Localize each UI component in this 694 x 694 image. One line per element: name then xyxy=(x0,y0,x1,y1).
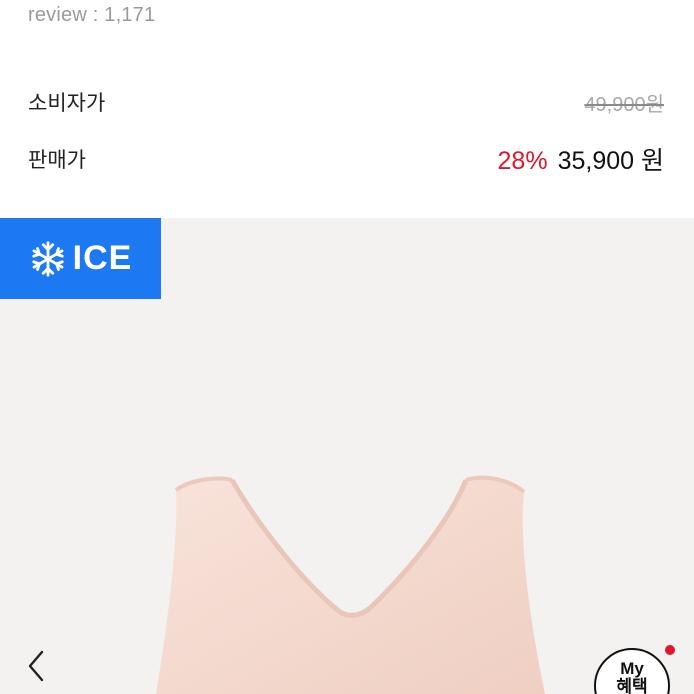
product-image-area[interactable]: ICE My 혜택 xyxy=(0,218,694,694)
discount-rate: 28% xyxy=(497,147,548,175)
consumer-price-row: 소비자가 49,900원 xyxy=(28,84,664,120)
ice-badge-label: ICE xyxy=(72,239,133,277)
sale-price: 35,900 원 xyxy=(557,147,664,175)
chevron-left-icon[interactable] xyxy=(22,646,52,686)
my-benefit-label-line1: My xyxy=(620,659,644,678)
ice-badge: ICE xyxy=(0,218,161,299)
review-count: review : 1,171 xyxy=(28,4,156,26)
consumer-price-label: 소비자가 xyxy=(28,92,106,115)
notification-dot xyxy=(665,645,675,655)
sale-price-label: 판매가 xyxy=(28,149,86,172)
original-price: 49,900원 xyxy=(584,93,664,116)
snowflake-icon xyxy=(31,240,64,277)
my-benefit-label-line2: 혜택 xyxy=(616,677,648,694)
sale-price-row: 판매가 28% 35,900 원 xyxy=(28,140,664,178)
sale-price-group: 28% 35,900 원 xyxy=(498,141,664,177)
